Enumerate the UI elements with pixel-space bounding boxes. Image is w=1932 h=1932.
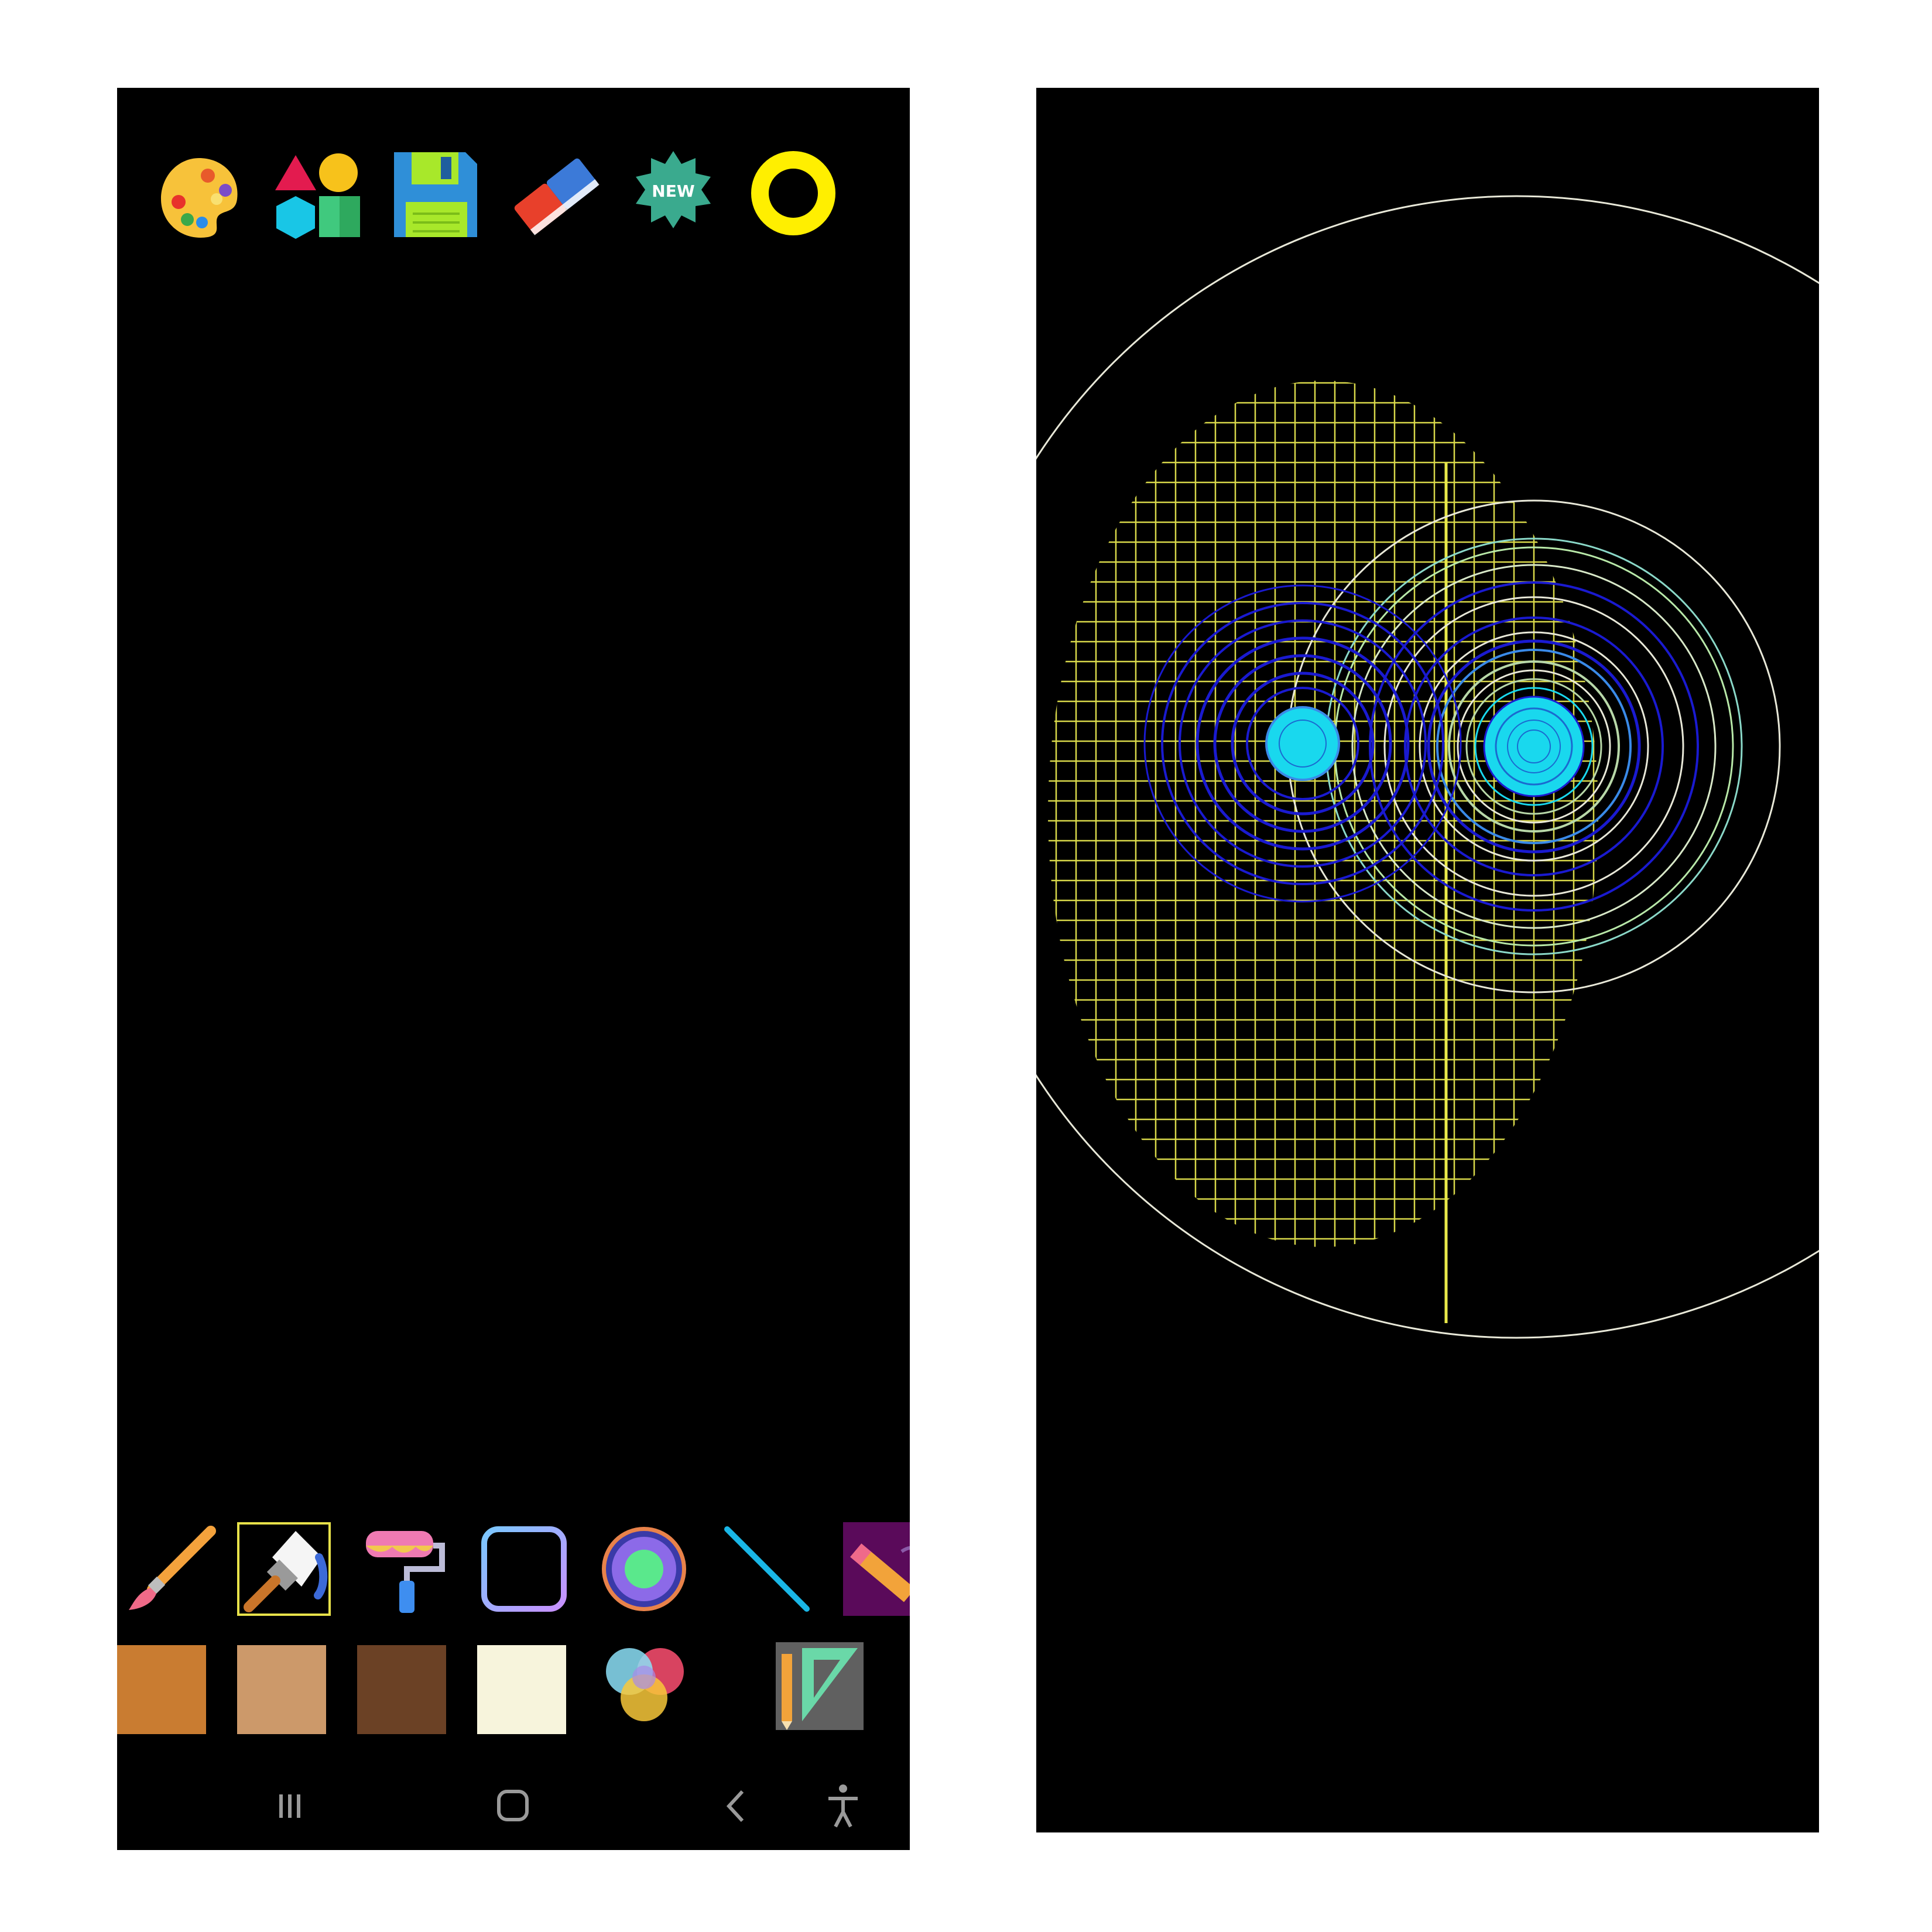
- color-swatch-orange-brown[interactable]: [117, 1645, 206, 1734]
- paint-roller-icon[interactable]: [357, 1522, 451, 1616]
- accessibility-icon[interactable]: [811, 1774, 875, 1838]
- back-icon[interactable]: [703, 1774, 767, 1838]
- paint-brush-icon[interactable]: [126, 1522, 220, 1616]
- recent-apps-icon[interactable]: [258, 1774, 322, 1838]
- shapes-icon[interactable]: [269, 141, 363, 246]
- save-floppy-icon[interactable]: [389, 141, 483, 246]
- drawing-canvas-screen[interactable]: [1036, 88, 1819, 1832]
- home-icon[interactable]: [480, 1774, 544, 1838]
- color-mixer-icon[interactable]: [597, 1639, 691, 1733]
- paint-app-screen: NEW: [117, 88, 910, 1850]
- left-ring-cluster: [1143, 584, 1462, 903]
- grid-shape: [1048, 381, 1598, 1247]
- color-swatch-cream[interactable]: [477, 1645, 566, 1734]
- drawing-canvas[interactable]: [1036, 88, 1819, 1832]
- color-swatch-dark-brown[interactable]: [357, 1645, 446, 1734]
- rounded-square-icon[interactable]: [477, 1522, 571, 1616]
- eraser-icon[interactable]: [509, 141, 603, 246]
- line-icon[interactable]: [720, 1522, 814, 1616]
- brush-size-ring-icon[interactable]: [746, 141, 840, 246]
- radial-gradient-icon[interactable]: [597, 1522, 691, 1616]
- new-badge-icon[interactable]: NEW: [626, 141, 720, 246]
- ruler-pencil-icon[interactable]: [773, 1639, 866, 1733]
- pencil-icon[interactable]: [843, 1522, 910, 1616]
- outer-circle: [1036, 195, 1819, 1339]
- color-swatch-tan[interactable]: [237, 1645, 326, 1734]
- new-badge-label: NEW: [652, 181, 695, 201]
- paint-bucket-brush-icon[interactable]: [237, 1522, 331, 1616]
- palette-icon[interactable]: [152, 141, 246, 246]
